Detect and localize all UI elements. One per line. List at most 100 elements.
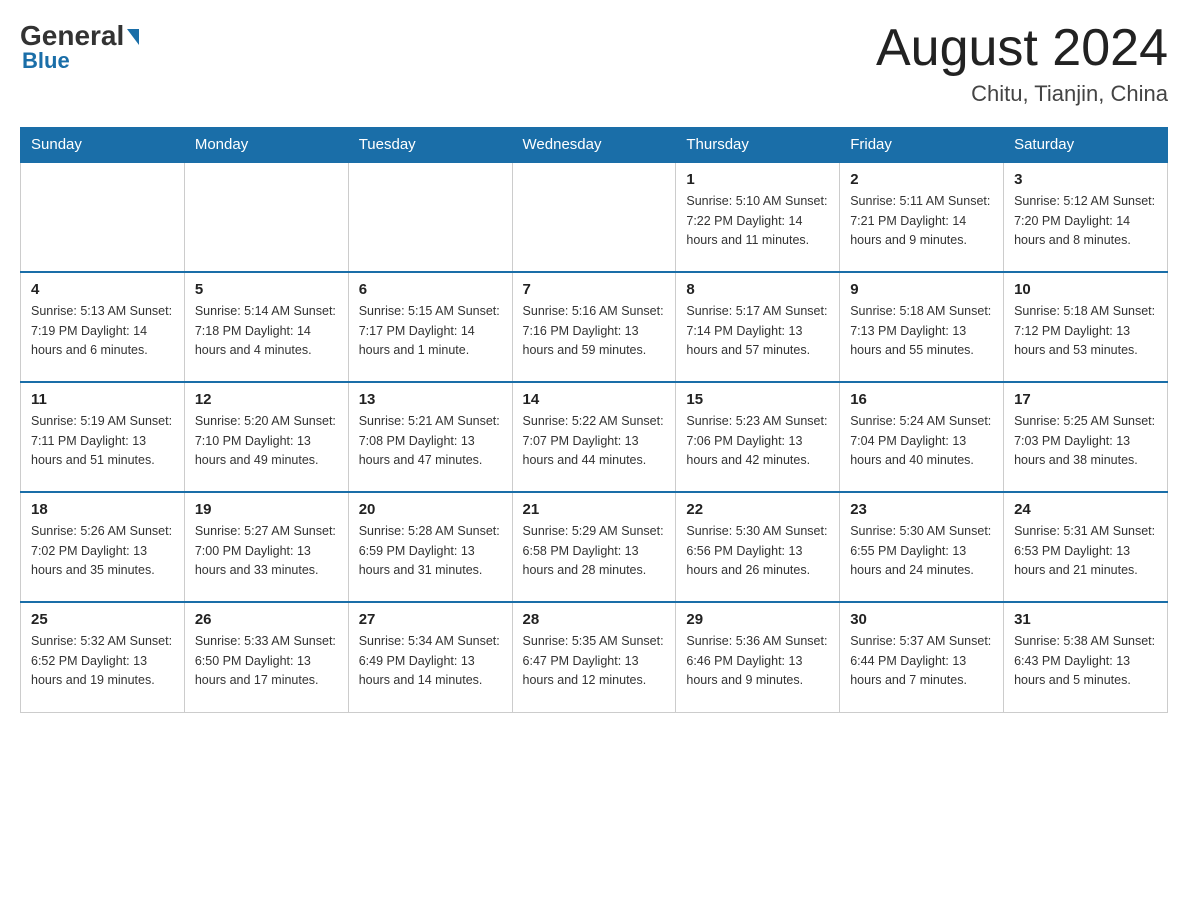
calendar-cell: 2 Sunrise: 5:11 AM Sunset: 7:21 PM Daylig… xyxy=(840,162,1004,272)
day-info: Sunrise: 5:31 AM Sunset: 6:53 PM Dayligh… xyxy=(1014,522,1157,580)
calendar-cell: 24 Sunrise: 5:31 AM Sunset: 6:53 PM Dayli… xyxy=(1004,492,1168,602)
day-number: 3 xyxy=(1014,171,1157,188)
day-number: 15 xyxy=(686,391,829,408)
day-info: Sunrise: 5:26 AM Sunset: 7:02 PM Dayligh… xyxy=(31,522,174,580)
day-info: Sunrise: 5:29 AM Sunset: 6:58 PM Dayligh… xyxy=(523,522,666,580)
calendar-cell: 23 Sunrise: 5:30 AM Sunset: 6:55 PM Dayli… xyxy=(840,492,1004,602)
day-number: 14 xyxy=(523,391,666,408)
calendar-cell: 14 Sunrise: 5:22 AM Sunset: 7:07 PM Dayli… xyxy=(512,382,676,492)
day-number: 22 xyxy=(686,501,829,518)
day-info: Sunrise: 5:16 AM Sunset: 7:16 PM Dayligh… xyxy=(523,302,666,360)
day-info: Sunrise: 5:38 AM Sunset: 6:43 PM Dayligh… xyxy=(1014,632,1157,690)
day-info: Sunrise: 5:36 AM Sunset: 6:46 PM Dayligh… xyxy=(686,632,829,690)
calendar-cell: 12Sunrise: 5:20 AM Sunset: 7:10 PM Dayli… xyxy=(184,382,348,492)
day-info: Sunrise: 5:14 AM Sunset: 7:18 PM Dayligh… xyxy=(195,302,338,360)
page-header: General Blue August 2024 Chitu, Tianjin,… xyxy=(20,20,1168,107)
day-number: 25 xyxy=(31,611,174,628)
week-row-5: 25 Sunrise: 5:32 AM Sunset: 6:52 PM Dayli… xyxy=(21,602,1168,712)
day-number: 23 xyxy=(850,501,993,518)
day-number: 11 xyxy=(31,391,174,408)
day-info: Sunrise: 5:30 AM Sunset: 6:56 PM Dayligh… xyxy=(686,522,829,580)
logo-blue-text: Blue xyxy=(22,48,70,74)
calendar-cell: 19Sunrise: 5:27 AM Sunset: 7:00 PM Dayli… xyxy=(184,492,348,602)
day-number: 9 xyxy=(850,281,993,298)
day-info: Sunrise: 5:19 AM Sunset: 7:11 PM Dayligh… xyxy=(31,412,174,470)
day-number: 6 xyxy=(359,281,502,298)
day-number: 7 xyxy=(523,281,666,298)
day-number: 4 xyxy=(31,281,174,298)
day-info: Sunrise: 5:18 AM Sunset: 7:13 PM Dayligh… xyxy=(850,302,993,360)
calendar-cell: 29Sunrise: 5:36 AM Sunset: 6:46 PM Dayli… xyxy=(676,602,840,712)
calendar-cell: 17 Sunrise: 5:25 AM Sunset: 7:03 PM Dayli… xyxy=(1004,382,1168,492)
header-day-friday: Friday xyxy=(840,128,1004,163)
week-row-4: 18 Sunrise: 5:26 AM Sunset: 7:02 PM Dayli… xyxy=(21,492,1168,602)
day-number: 28 xyxy=(523,611,666,628)
day-info: Sunrise: 5:30 AM Sunset: 6:55 PM Dayligh… xyxy=(850,522,993,580)
location-title: Chitu, Tianjin, China xyxy=(876,81,1168,107)
day-info: Sunrise: 5:22 AM Sunset: 7:07 PM Dayligh… xyxy=(523,412,666,470)
day-info: Sunrise: 5:24 AM Sunset: 7:04 PM Dayligh… xyxy=(850,412,993,470)
day-info: Sunrise: 5:17 AM Sunset: 7:14 PM Dayligh… xyxy=(686,302,829,360)
header-row: SundayMondayTuesdayWednesdayThursdayFrid… xyxy=(21,128,1168,163)
calendar-header: SundayMondayTuesdayWednesdayThursdayFrid… xyxy=(21,128,1168,163)
day-number: 30 xyxy=(850,611,993,628)
day-info: Sunrise: 5:13 AM Sunset: 7:19 PM Dayligh… xyxy=(31,302,174,360)
day-number: 1 xyxy=(686,171,829,188)
calendar-cell: 22 Sunrise: 5:30 AM Sunset: 6:56 PM Dayli… xyxy=(676,492,840,602)
calendar-cell: 7 Sunrise: 5:16 AM Sunset: 7:16 PM Daylig… xyxy=(512,272,676,382)
calendar-cell: 27 Sunrise: 5:34 AM Sunset: 6:49 PM Dayli… xyxy=(348,602,512,712)
calendar-cell: 28Sunrise: 5:35 AM Sunset: 6:47 PM Dayli… xyxy=(512,602,676,712)
day-info: Sunrise: 5:23 AM Sunset: 7:06 PM Dayligh… xyxy=(686,412,829,470)
day-info: Sunrise: 5:27 AM Sunset: 7:00 PM Dayligh… xyxy=(195,522,338,580)
day-number: 24 xyxy=(1014,501,1157,518)
week-row-1: 1 Sunrise: 5:10 AM Sunset: 7:22 PM Daylig… xyxy=(21,162,1168,272)
day-info: Sunrise: 5:34 AM Sunset: 6:49 PM Dayligh… xyxy=(359,632,502,690)
day-number: 18 xyxy=(31,501,174,518)
day-number: 21 xyxy=(523,501,666,518)
day-info: Sunrise: 5:11 AM Sunset: 7:21 PM Dayligh… xyxy=(850,192,993,250)
calendar-table: SundayMondayTuesdayWednesdayThursdayFrid… xyxy=(20,127,1168,713)
day-number: 8 xyxy=(686,281,829,298)
day-number: 31 xyxy=(1014,611,1157,628)
day-info: Sunrise: 5:32 AM Sunset: 6:52 PM Dayligh… xyxy=(31,632,174,690)
day-number: 17 xyxy=(1014,391,1157,408)
calendar-cell: 8 Sunrise: 5:17 AM Sunset: 7:14 PM Daylig… xyxy=(676,272,840,382)
day-number: 2 xyxy=(850,171,993,188)
calendar-cell: 11 Sunrise: 5:19 AM Sunset: 7:11 PM Dayli… xyxy=(21,382,185,492)
day-info: Sunrise: 5:21 AM Sunset: 7:08 PM Dayligh… xyxy=(359,412,502,470)
header-day-wednesday: Wednesday xyxy=(512,128,676,163)
day-number: 27 xyxy=(359,611,502,628)
day-info: Sunrise: 5:10 AM Sunset: 7:22 PM Dayligh… xyxy=(686,192,829,250)
calendar-cell xyxy=(184,162,348,272)
day-number: 12 xyxy=(195,391,338,408)
calendar-cell: 1 Sunrise: 5:10 AM Sunset: 7:22 PM Daylig… xyxy=(676,162,840,272)
day-info: Sunrise: 5:12 AM Sunset: 7:20 PM Dayligh… xyxy=(1014,192,1157,250)
day-info: Sunrise: 5:33 AM Sunset: 6:50 PM Dayligh… xyxy=(195,632,338,690)
calendar-cell: 31 Sunrise: 5:38 AM Sunset: 6:43 PM Dayli… xyxy=(1004,602,1168,712)
day-number: 20 xyxy=(359,501,502,518)
day-info: Sunrise: 5:18 AM Sunset: 7:12 PM Dayligh… xyxy=(1014,302,1157,360)
header-day-saturday: Saturday xyxy=(1004,128,1168,163)
month-title: August 2024 xyxy=(876,20,1168,77)
calendar-cell: 21 Sunrise: 5:29 AM Sunset: 6:58 PM Dayli… xyxy=(512,492,676,602)
week-row-3: 11 Sunrise: 5:19 AM Sunset: 7:11 PM Dayli… xyxy=(21,382,1168,492)
header-day-monday: Monday xyxy=(184,128,348,163)
day-number: 5 xyxy=(195,281,338,298)
day-info: Sunrise: 5:25 AM Sunset: 7:03 PM Dayligh… xyxy=(1014,412,1157,470)
calendar-cell xyxy=(348,162,512,272)
header-day-sunday: Sunday xyxy=(21,128,185,163)
header-day-thursday: Thursday xyxy=(676,128,840,163)
week-row-2: 4 Sunrise: 5:13 AM Sunset: 7:19 PM Daylig… xyxy=(21,272,1168,382)
calendar-cell: 18 Sunrise: 5:26 AM Sunset: 7:02 PM Dayli… xyxy=(21,492,185,602)
title-block: August 2024 Chitu, Tianjin, China xyxy=(876,20,1168,107)
calendar-cell: 26Sunrise: 5:33 AM Sunset: 6:50 PM Dayli… xyxy=(184,602,348,712)
calendar-cell: 9 Sunrise: 5:18 AM Sunset: 7:13 PM Daylig… xyxy=(840,272,1004,382)
day-info: Sunrise: 5:37 AM Sunset: 6:44 PM Dayligh… xyxy=(850,632,993,690)
calendar-body: 1 Sunrise: 5:10 AM Sunset: 7:22 PM Daylig… xyxy=(21,162,1168,712)
calendar-cell: 6Sunrise: 5:15 AM Sunset: 7:17 PM Daylig… xyxy=(348,272,512,382)
day-info: Sunrise: 5:28 AM Sunset: 6:59 PM Dayligh… xyxy=(359,522,502,580)
calendar-cell: 4 Sunrise: 5:13 AM Sunset: 7:19 PM Daylig… xyxy=(21,272,185,382)
calendar-cell xyxy=(21,162,185,272)
calendar-cell xyxy=(512,162,676,272)
calendar-cell: 10Sunrise: 5:18 AM Sunset: 7:12 PM Dayli… xyxy=(1004,272,1168,382)
